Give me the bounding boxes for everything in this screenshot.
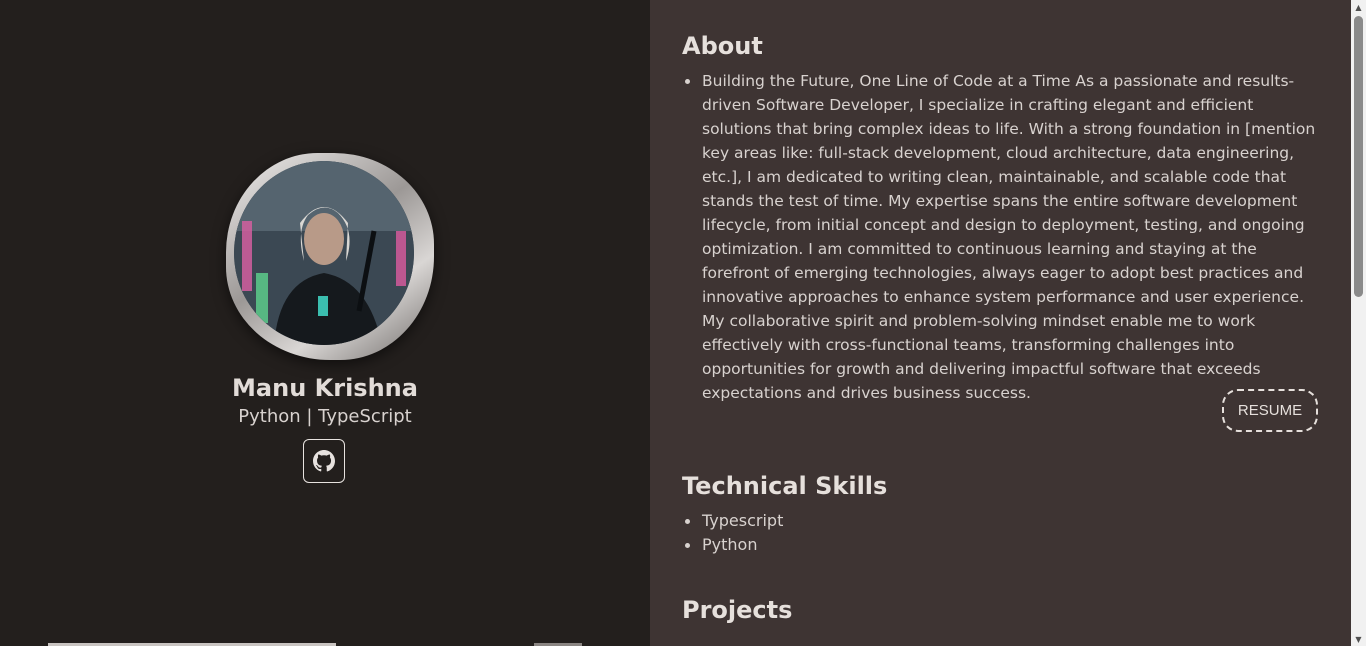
content-panel: About Building the Future, One Line of C…	[650, 0, 1351, 646]
profile-subtitle: Python | TypeScript	[238, 406, 412, 427]
github-icon	[313, 450, 335, 472]
about-text: Building the Future, One Line of Code at…	[685, 69, 1322, 405]
arrow-up-icon[interactable]: ▲	[1351, 0, 1366, 14]
projects-heading: Projects	[682, 596, 793, 624]
skill-item: Typescript	[685, 509, 1102, 533]
skills-list: Typescript Python	[685, 509, 1102, 557]
page-scrollbar[interactable]: ▲ ▼	[1351, 0, 1366, 646]
github-button[interactable]	[303, 439, 345, 483]
profile-panel: Manu Krishna Python | TypeScript	[0, 0, 650, 646]
profile-name: Manu Krishna	[232, 374, 418, 402]
avatar-image	[234, 161, 414, 345]
avatar-frame	[226, 153, 434, 360]
scrollbar-thumb[interactable]	[1354, 16, 1363, 297]
arrow-down-icon[interactable]: ▼	[1351, 632, 1366, 646]
about-heading: About	[682, 32, 763, 60]
avatar	[234, 161, 414, 345]
skills-heading: Technical Skills	[682, 472, 888, 500]
skill-item: Python	[685, 533, 1102, 557]
about-list: Building the Future, One Line of Code at…	[685, 69, 1322, 405]
resume-button[interactable]: RESUME	[1222, 389, 1318, 432]
